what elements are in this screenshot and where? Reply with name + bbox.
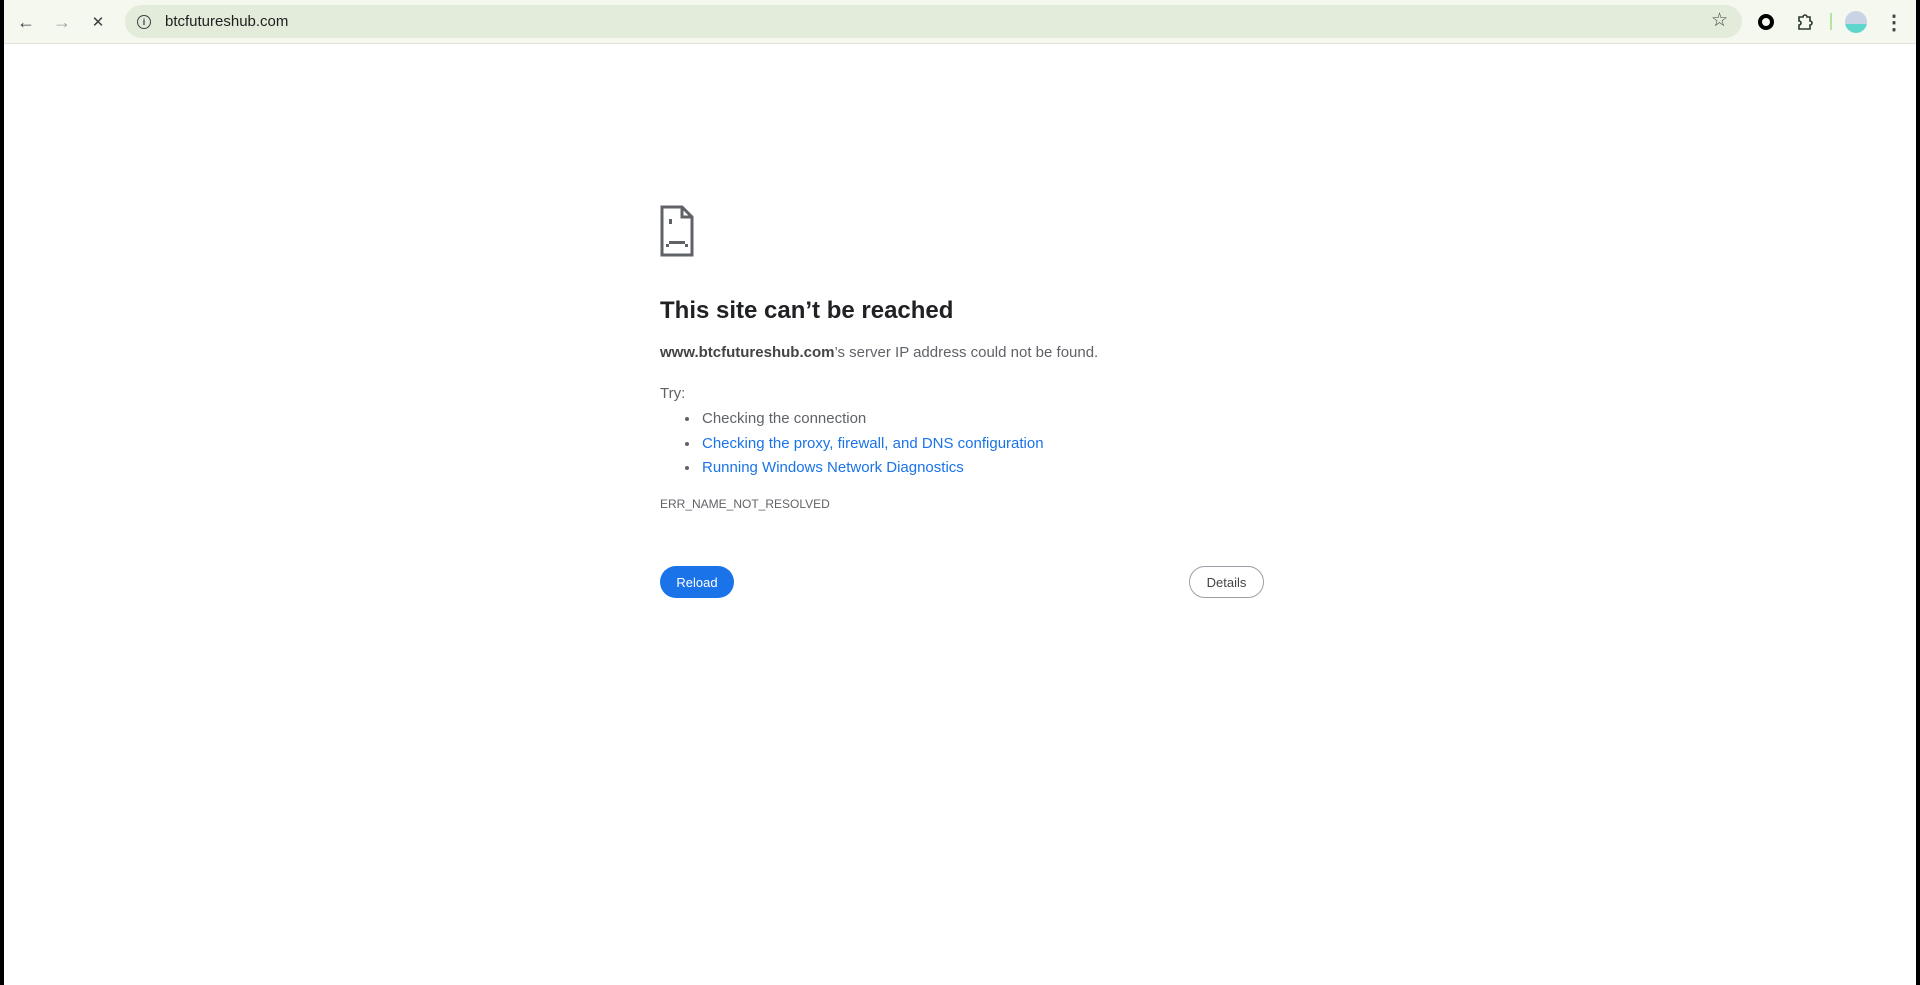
sad-page-icon: [660, 205, 694, 257]
star-icon[interactable]: ☆: [1711, 9, 1728, 32]
suggestion-check-connection: Checking the connection: [700, 407, 1044, 432]
avatar[interactable]: [1842, 8, 1870, 36]
error-message: ’s server IP address could not be found.: [834, 344, 1099, 361]
try-label: Try:: [660, 385, 686, 402]
reload-button[interactable]: Reload: [660, 566, 734, 598]
info-icon[interactable]: i: [133, 11, 155, 33]
forward-arrow-icon[interactable]: →: [48, 8, 76, 36]
error-title: This site can’t be reached: [660, 297, 954, 324]
extension-circle-icon[interactable]: [1752, 8, 1780, 36]
stop-icon[interactable]: ✕: [84, 8, 112, 36]
back-arrow-icon[interactable]: ←: [12, 8, 40, 36]
error-code: ERR_NAME_NOT_RESOLVED: [660, 497, 830, 511]
error-description: www.btcfutureshub.com’s server IP addres…: [660, 344, 1098, 361]
suggestion-proxy-link[interactable]: Checking the proxy, firewall, and DNS co…: [702, 435, 1044, 452]
separator: [1830, 13, 1832, 30]
url-text[interactable]: btcfutureshub.com: [165, 13, 288, 30]
more-vert-icon[interactable]: ⋮: [1880, 8, 1908, 36]
suggestion-diagnostics-link[interactable]: Running Windows Network Diagnostics: [702, 459, 964, 476]
info-glyph: i: [137, 15, 151, 29]
puzzle-icon[interactable]: [1791, 8, 1819, 36]
address-bar[interactable]: i btcfutureshub.com ☆: [125, 5, 1742, 38]
browser-window: ← → ✕ i btcfutureshub.com ☆ ⋮ This site …: [4, 0, 1916, 985]
browser-toolbar: ← → ✕ i btcfutureshub.com ☆ ⋮: [4, 0, 1916, 44]
suggestion-list: Checking the connection Checking the pro…: [700, 407, 1044, 481]
details-button[interactable]: Details: [1189, 566, 1264, 598]
error-host: www.btcfutureshub.com: [660, 344, 835, 361]
